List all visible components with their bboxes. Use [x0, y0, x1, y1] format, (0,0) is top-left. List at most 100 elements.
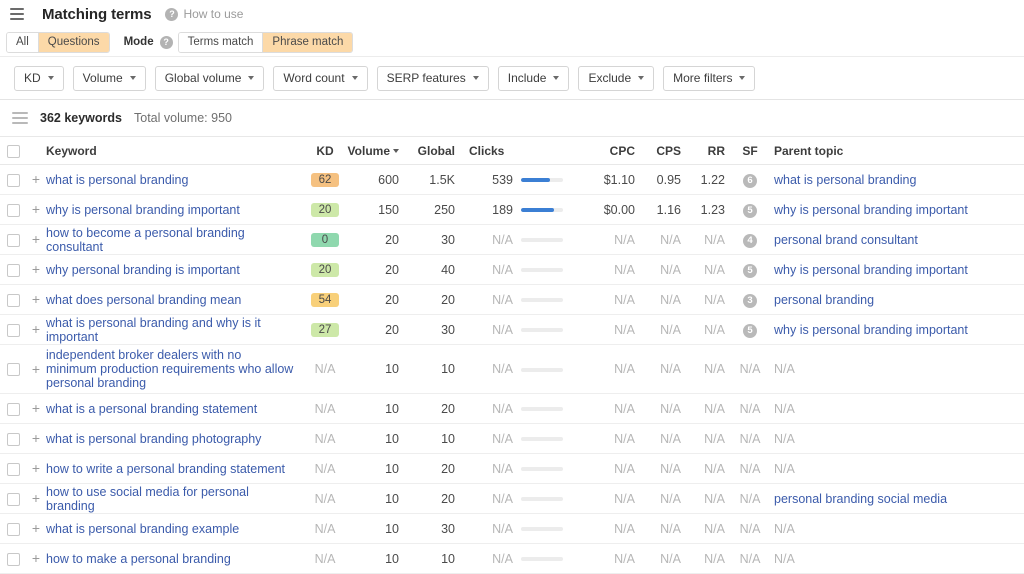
filter-serp-features[interactable]: SERP features — [376, 65, 489, 91]
keyword-link[interactable]: why personal branding is important — [46, 263, 240, 277]
keyword-link[interactable]: what does personal branding mean — [46, 293, 241, 307]
row-checkbox[interactable] — [6, 173, 20, 187]
table-row[interactable]: + what is personal branding 62 600 1.5K 539 $1… — [0, 164, 1024, 195]
keyword-link[interactable]: what is personal branding example — [46, 522, 239, 536]
header-kd[interactable]: KD — [305, 137, 345, 165]
header-cpc[interactable]: CPC — [585, 137, 645, 165]
row-select-cell[interactable] — [0, 254, 26, 285]
keyword-link[interactable]: how to become a personal branding consul… — [46, 226, 245, 254]
header-clicks[interactable]: Clicks — [465, 137, 521, 165]
keyword-cell[interactable]: independent broker dealers with no minim… — [46, 344, 305, 394]
parent-topic-link[interactable]: why is personal branding important — [774, 323, 968, 337]
row-checkbox[interactable] — [6, 432, 20, 446]
list-view-icon[interactable] — [12, 112, 28, 124]
select-all-checkbox[interactable] — [6, 144, 20, 158]
keyword-link[interactable]: what is a personal branding statement — [46, 402, 257, 416]
plus-icon[interactable]: + — [32, 231, 40, 247]
keyword-cell[interactable]: why is personal branding important — [46, 194, 305, 225]
row-add-cell[interactable]: + — [26, 284, 46, 315]
header-select-all[interactable] — [0, 137, 26, 165]
keyword-link[interactable]: what is personal branding — [46, 173, 188, 187]
row-select-cell[interactable] — [0, 194, 26, 225]
plus-icon[interactable]: + — [32, 520, 40, 536]
plus-icon[interactable]: + — [32, 291, 40, 307]
row-checkbox[interactable] — [6, 203, 20, 217]
keyword-cell[interactable]: why personal branding is important — [46, 254, 305, 285]
keyword-cell[interactable]: how to write a personal branding stateme… — [46, 453, 305, 484]
header-parent-topic[interactable]: Parent topic — [765, 137, 1024, 165]
row-checkbox[interactable] — [6, 402, 20, 416]
filter-kd[interactable]: KD — [14, 65, 64, 91]
plus-icon[interactable]: + — [32, 261, 40, 277]
row-checkbox[interactable] — [6, 522, 20, 536]
hamburger-menu-icon[interactable] — [6, 5, 36, 23]
keyword-link[interactable]: independent broker dealers with no minim… — [46, 348, 293, 390]
keyword-cell[interactable]: how to become a personal branding consul… — [46, 224, 305, 255]
keyword-cell[interactable]: what does personal branding mean — [46, 284, 305, 315]
table-row[interactable]: + what is personal branding photography N/… — [0, 423, 1024, 454]
keyword-cell[interactable]: what is a personal branding statement — [46, 393, 305, 424]
parent-topic-link[interactable]: why is personal branding important — [774, 263, 968, 277]
keyword-cell[interactable]: what is personal branding example — [46, 513, 305, 544]
plus-icon[interactable]: + — [32, 171, 40, 187]
table-row[interactable]: + how to use social media for personal br… — [0, 483, 1024, 514]
filter-global-volume[interactable]: Global volume — [154, 65, 265, 91]
keyword-cell[interactable]: what is personal branding and why is it … — [46, 314, 305, 345]
row-checkbox[interactable] — [6, 233, 20, 247]
keyword-cell[interactable]: what is personal branding photography — [46, 423, 305, 454]
table-row[interactable]: + how to become a personal branding consu… — [0, 224, 1024, 255]
filter-more-filters[interactable]: More filters — [663, 65, 756, 91]
header-rr[interactable]: RR — [691, 137, 735, 165]
header-volume[interactable]: Volume — [345, 137, 409, 165]
plus-icon[interactable]: + — [32, 201, 40, 217]
row-add-cell[interactable]: + — [26, 194, 46, 225]
keyword-cell[interactable]: how to make a personal branding — [46, 543, 305, 574]
plus-icon[interactable]: + — [32, 550, 40, 566]
row-add-cell[interactable]: + — [26, 164, 46, 195]
plus-icon[interactable]: + — [32, 361, 40, 377]
keyword-cell[interactable]: how to use social media for personal bra… — [46, 483, 305, 514]
row-checkbox[interactable] — [6, 293, 20, 307]
row-select-cell[interactable] — [0, 224, 26, 255]
how-to-use-link[interactable]: ? How to use — [165, 7, 243, 21]
row-select-cell[interactable] — [0, 513, 26, 544]
row-select-cell[interactable] — [0, 543, 26, 574]
parent-topic-link[interactable]: what is personal branding — [774, 173, 916, 187]
parent-topic-link[interactable]: personal branding — [774, 293, 874, 307]
segment-questions[interactable]: Questions — [38, 32, 109, 52]
row-add-cell[interactable]: + — [26, 543, 46, 574]
row-add-cell[interactable]: + — [26, 314, 46, 345]
parent-topic-link[interactable]: personal branding social media — [774, 492, 947, 506]
keyword-link[interactable]: what is personal branding and why is it … — [46, 316, 261, 344]
row-add-cell[interactable]: + — [26, 513, 46, 544]
table-row[interactable]: + how to make a personal branding N/A 10 10 N… — [0, 543, 1024, 574]
segment-terms-match[interactable]: Terms match — [178, 32, 264, 52]
keyword-link[interactable]: what is personal branding photography — [46, 432, 261, 446]
row-select-cell[interactable] — [0, 423, 26, 454]
row-select-cell[interactable] — [0, 284, 26, 315]
filter-exclude[interactable]: Exclude — [578, 65, 655, 91]
row-checkbox[interactable] — [6, 462, 20, 476]
keyword-link[interactable]: how to write a personal branding stateme… — [46, 462, 285, 476]
row-select-cell[interactable] — [0, 483, 26, 514]
filter-include[interactable]: Include — [497, 65, 570, 91]
plus-icon[interactable]: + — [32, 460, 40, 476]
table-row[interactable]: + what is a personal branding statement N/… — [0, 393, 1024, 424]
header-sf[interactable]: SF — [735, 137, 765, 165]
segment-all[interactable]: All — [7, 32, 39, 52]
header-keyword[interactable]: Keyword — [46, 137, 305, 165]
row-add-cell[interactable]: + — [26, 344, 46, 394]
mode-help-circle-icon[interactable]: ? — [159, 35, 173, 49]
row-add-cell[interactable]: + — [26, 453, 46, 484]
row-checkbox[interactable] — [6, 363, 20, 377]
header-global[interactable]: Global — [409, 137, 465, 165]
row-select-cell[interactable] — [0, 393, 26, 424]
table-row[interactable]: + why is personal branding important 20 150… — [0, 194, 1024, 225]
row-select-cell[interactable] — [0, 344, 26, 394]
parent-topic-link[interactable]: why is personal branding important — [774, 203, 968, 217]
row-select-cell[interactable] — [0, 314, 26, 345]
filter-volume[interactable]: Volume — [72, 65, 146, 91]
filter-word-count[interactable]: Word count — [273, 65, 368, 91]
row-add-cell[interactable]: + — [26, 254, 46, 285]
segment-phrase-match[interactable]: Phrase match — [263, 32, 353, 52]
